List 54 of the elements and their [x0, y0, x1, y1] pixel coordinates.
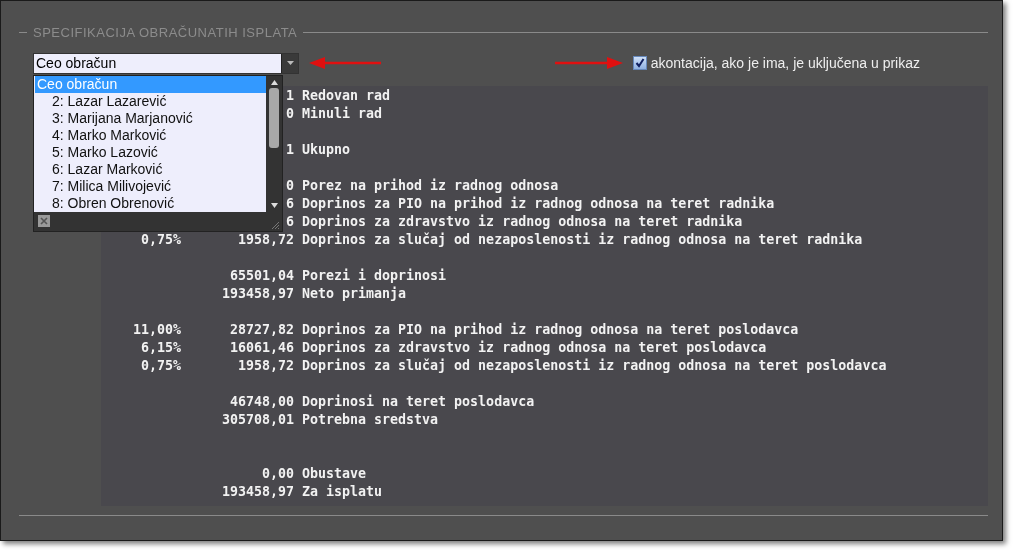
report-line-label: Porez na prihod iz radnog odnosa — [302, 177, 560, 195]
amount-value: 6 — [286, 196, 294, 211]
amount-value: 16061,46 — [229, 340, 294, 355]
amount-value: 0 — [286, 178, 294, 193]
annotation-arrow — [554, 57, 623, 69]
dropdown-option[interactable]: 5: Marko Lazović — [35, 143, 266, 161]
dropdown-option[interactable]: 2: Lazar Lazarević — [35, 92, 266, 110]
report-line-label: Doprinos za slučaj od nezaposlenosti iz radnog odnosa na teret radnika — [302, 231, 864, 249]
percent-value: 11,00% — [132, 322, 181, 337]
report-line-label: Doprinos za PIO na prihod iz radnog odnosa na teret poslodavca — [302, 321, 800, 339]
amount-value: 193458,97 — [221, 484, 294, 499]
report-line-label: Doprinos za zdravstvo iz radnog odnosa na teret poslodavca — [302, 339, 768, 357]
amount-value: 193458,97 — [221, 286, 294, 301]
report-line-label: Doprinos za slučaj od nezaposlenosti iz radnog odnosa na teret poslodavca — [302, 357, 888, 375]
amount-value: 6 — [286, 214, 294, 229]
percent-value: 0,75% — [140, 232, 181, 247]
amount-value: 1 — [286, 88, 294, 103]
amount-value: 0,00 — [261, 466, 294, 481]
section-title: SPECIFIKACIJA OBRAČUNATIH ISPLATA — [33, 24, 298, 40]
annotation-arrow — [309, 57, 381, 69]
checkbox[interactable] — [632, 56, 647, 70]
report-line-label: Minuli rad — [302, 105, 384, 123]
report-line-label: Doprinos za zdravstvo iz radnog odnosa na teret radnika — [302, 213, 744, 231]
report-line-label: Doprinosi na teret poslodavca — [302, 393, 536, 411]
scroll-thumb[interactable] — [269, 87, 279, 148]
report-line-label: Redovan rad — [302, 87, 392, 105]
report-line-label: Za isplatu — [302, 483, 384, 501]
resize-grip-icon[interactable] — [270, 219, 280, 230]
amount-value: 305708,01 — [221, 412, 294, 427]
dropdown-option[interactable]: 7: Milica Milivojević — [35, 177, 266, 195]
employee-dropdown[interactable]: Ceo obračun — [33, 52, 299, 74]
amount-value: 1958,72 — [237, 358, 294, 373]
checkbox-label[interactable]: akontacija, ako je ima, je uključena u prikaz — [650, 55, 920, 71]
report-line-label: Porezi i doprinosi — [302, 267, 448, 285]
report-line-label: Doprinos za PIO na prihod iz radnog odnosa na teret radnika — [302, 195, 776, 213]
dropdown-caret-icon[interactable] — [281, 53, 298, 73]
report-line-label: Obustave — [302, 465, 368, 483]
scroll-down-icon[interactable] — [270, 202, 278, 208]
dropdown-option[interactable]: 3: Marijana Marjanović — [35, 109, 266, 127]
amount-value: 1958,72 — [237, 232, 294, 247]
amount-value: 65501,04 — [229, 268, 294, 283]
percent-value: 6,15% — [140, 340, 181, 355]
dropdown-option[interactable]: 6: Lazar Marković — [35, 160, 266, 178]
dropdown-option[interactable]: 8: Obren Obrenović — [35, 194, 266, 212]
close-icon[interactable] — [38, 215, 50, 227]
amount-value: 46748,00 — [229, 394, 294, 409]
percent-value: 0,75% — [140, 358, 181, 373]
report-line-label: Neto primanja — [302, 285, 408, 303]
dropdown-option[interactable]: 4: Marko Marković — [35, 126, 266, 144]
report-line-label: Ukupno — [302, 141, 352, 159]
report-line-label: Potrebna sredstva — [302, 411, 440, 429]
amount-value: 1 — [286, 142, 294, 157]
amount-value: 0 — [286, 106, 294, 121]
amount-value: 28727,82 — [229, 322, 294, 337]
